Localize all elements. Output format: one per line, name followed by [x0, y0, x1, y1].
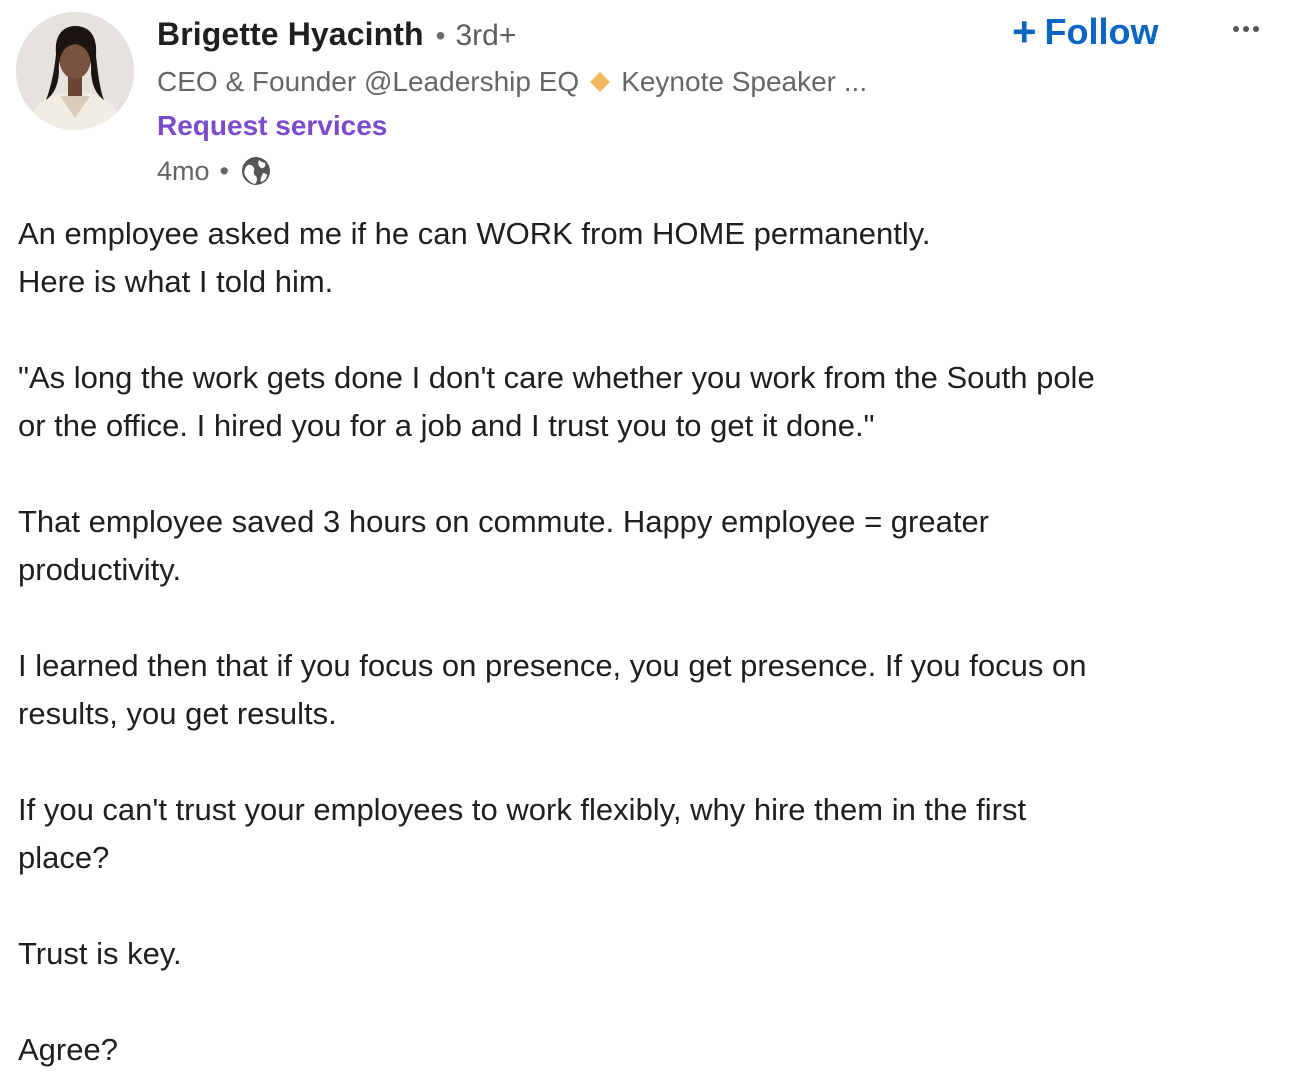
post-line: I learned then that if you focus on pres…	[18, 648, 1087, 683]
post-line: That employee saved 3 hours on commute. …	[18, 504, 990, 539]
avatar[interactable]	[16, 12, 134, 130]
separator-dot: •	[219, 155, 229, 186]
linkedin-post: Brigette Hyacinth • 3rd+ CEO & Founder @…	[0, 0, 1292, 1089]
request-services-link[interactable]: Request services	[157, 105, 867, 147]
separator-dot: •	[435, 20, 446, 51]
connection-degree: 3rd+	[455, 19, 517, 52]
post-line: If you can't trust your employees to wor…	[18, 792, 1027, 827]
globe-icon	[239, 154, 273, 188]
author-block: Brigette Hyacinth • 3rd+ CEO & Founder @…	[157, 16, 867, 193]
author-headline: CEO & Founder @Leadership EQ Keynote Spe…	[157, 62, 867, 102]
more-options-button[interactable]	[1226, 14, 1266, 44]
author-name-line: Brigette Hyacinth • 3rd+	[157, 16, 867, 60]
post-paragraph: Agree?	[18, 1026, 1268, 1074]
post-line: productivity.	[18, 552, 182, 587]
author-name[interactable]: Brigette Hyacinth	[157, 16, 424, 53]
post-line: Trust is key.	[18, 936, 182, 971]
post-header: Brigette Hyacinth • 3rd+ CEO & Founder @…	[16, 8, 1276, 193]
post-body: An employee asked me if he can WORK from…	[18, 210, 1268, 1074]
post-paragraph: If you can't trust your employees to wor…	[18, 786, 1268, 882]
post-line: or the office. I hired you for a job and…	[18, 408, 875, 443]
post-paragraph: An employee asked me if he can WORK from…	[18, 210, 1268, 306]
avatar-photo	[16, 12, 134, 130]
post-line: Agree?	[18, 1032, 118, 1067]
headline-left: CEO & Founder @Leadership EQ	[157, 66, 580, 97]
post-line: Here is what I told him.	[18, 264, 334, 299]
post-paragraph: I learned then that if you focus on pres…	[18, 642, 1268, 738]
post-paragraph: Trust is key.	[18, 930, 1268, 978]
plus-icon: +	[1012, 8, 1037, 55]
follow-button[interactable]: + Follow	[1012, 8, 1159, 55]
post-paragraph: That employee saved 3 hours on commute. …	[18, 498, 1268, 594]
post-time: 4mo	[157, 155, 210, 186]
post-line: place?	[18, 840, 110, 875]
post-line: "As long the work gets done I don't care…	[18, 360, 1095, 395]
headline-right: Keynote Speaker ...	[621, 66, 868, 97]
post-line: results, you get results.	[18, 696, 337, 731]
post-line: An employee asked me if he can WORK from…	[18, 216, 931, 251]
post-paragraph: "As long the work gets done I don't care…	[18, 354, 1268, 450]
post-meta: 4mo •	[157, 149, 867, 193]
follow-label: Follow	[1044, 11, 1159, 52]
more-dot	[1233, 26, 1239, 32]
diamond-icon	[590, 72, 611, 92]
more-dot	[1243, 26, 1249, 32]
more-dot	[1253, 26, 1259, 32]
